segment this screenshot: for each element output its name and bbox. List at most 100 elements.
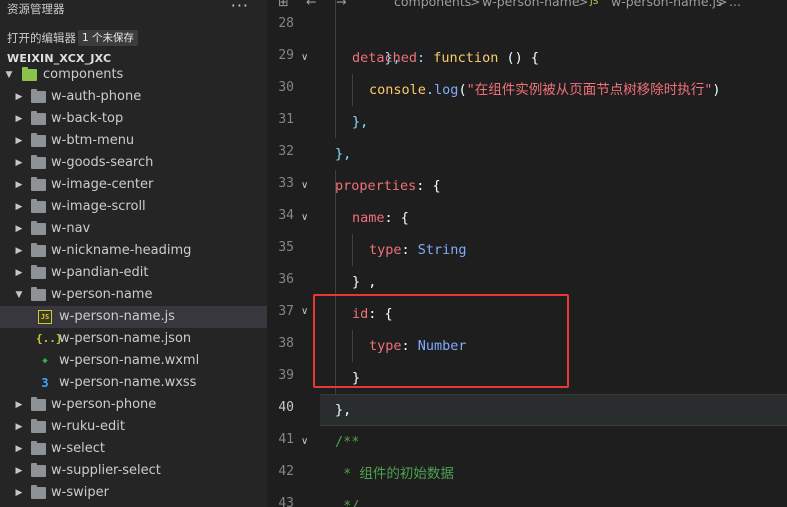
back-arrow-icon[interactable]: ←: [306, 0, 316, 11]
code-editor[interactable]: ⊞ ← → components > w-person-name > JS w-…: [268, 0, 787, 507]
tree-file-json[interactable]: {..} w-person-name.json: [0, 328, 267, 350]
tree-item-label: w-person-name.wxml: [59, 353, 200, 368]
tree-item-label: w-person-name.json: [59, 331, 192, 346]
tree-item-label: w-swiper: [51, 485, 109, 500]
tree-file-js[interactable]: JS w-person-name.js: [0, 306, 267, 328]
chevron-right-icon: ▶: [15, 400, 23, 410]
code-line: /**: [335, 434, 360, 450]
json-file-icon: {..}: [36, 332, 63, 345]
tree-file-wxml[interactable]: ◈ w-person-name.wxml: [0, 350, 267, 372]
breadcrumb-separator: >: [578, 0, 589, 9]
tree-folder[interactable]: ▶ w-nav: [0, 218, 267, 240]
tree-folder[interactable]: ▶ w-swiper: [0, 482, 267, 504]
folder-icon: [31, 221, 46, 235]
chevron-right-icon: ▶: [15, 488, 23, 498]
chevron-right-icon: ▶: [15, 158, 23, 168]
folder-icon: [31, 89, 46, 103]
breadcrumb-item[interactable]: w-person-name: [482, 0, 580, 11]
tree-item-label: w-image-scroll: [51, 199, 146, 214]
tree-item-label: components: [43, 67, 124, 82]
tree-folder[interactable]: ▶ w-person-phone: [0, 394, 267, 416]
line-number: 29: [278, 48, 294, 63]
tree-folder[interactable]: ▶ w-auth-phone: [0, 86, 267, 108]
folder-icon: [31, 397, 46, 411]
more-actions-icon[interactable]: ···: [231, 0, 249, 15]
wxml-file-icon: ◈: [42, 356, 48, 366]
code-line: * 组件的初始数据: [335, 466, 454, 482]
tree-item-label: w-person-name.js: [59, 309, 175, 324]
chevron-right-icon: ▶: [15, 246, 23, 256]
indent-guide: [335, 0, 336, 138]
chevron-right-icon: ▶: [15, 466, 23, 476]
tree-item-label: w-person-name: [51, 287, 153, 302]
tree-folder[interactable]: ▶ w-pandian-edit: [0, 262, 267, 284]
chevron-right-icon: ▶: [15, 422, 23, 432]
current-line-highlight: [320, 394, 787, 426]
tree-folder[interactable]: ▶ w-back-top: [0, 108, 267, 130]
line-number: 28: [278, 16, 294, 31]
code-line: type: String: [369, 242, 467, 258]
tree-folder[interactable]: ▶ w-image-scroll: [0, 196, 267, 218]
fold-chevron-icon[interactable]: ∨: [301, 180, 308, 191]
code-line: },: [352, 114, 369, 130]
tree-folder[interactable]: ▶ w-goods-search: [0, 152, 267, 174]
tree-item-label: w-select: [51, 441, 105, 456]
tree-item-label: w-btm-menu: [51, 133, 135, 148]
folder-icon: [31, 155, 46, 169]
line-number: 41: [278, 432, 294, 447]
folder-icon: [31, 177, 46, 191]
breadcrumb-separator: >: [470, 0, 481, 9]
breadcrumb-item[interactable]: components: [394, 0, 471, 11]
indent-guide: [352, 234, 353, 266]
line-number: 35: [278, 240, 294, 255]
code-line-active: },: [335, 402, 352, 418]
code-line: },: [384, 50, 401, 66]
split-icon[interactable]: ⊞: [278, 0, 288, 11]
fold-chevron-icon[interactable]: ∨: [301, 306, 308, 317]
tree-folder[interactable]: ▶ w-select: [0, 438, 267, 460]
tree-folder[interactable]: ▶ w-nickname-headimg: [0, 240, 267, 262]
open-editors-section[interactable]: 打开的编辑器 1 个未保存: [0, 27, 267, 49]
breadcrumb-item[interactable]: w-person-name.js: [611, 0, 723, 11]
js-file-icon: JS: [38, 310, 52, 324]
tree-folder[interactable]: ▶ w-btm-menu: [0, 130, 267, 152]
tree-folder-open[interactable]: ▼ w-person-name: [0, 284, 267, 306]
line-number: 37: [278, 304, 294, 319]
chevron-right-icon: ▶: [15, 180, 23, 190]
chevron-right-icon: ▶: [15, 202, 23, 212]
fold-chevron-icon[interactable]: ∨: [301, 436, 308, 447]
wxss-file-icon: 3: [41, 376, 49, 390]
tree-file-wxss[interactable]: 3 w-person-name.wxss: [0, 372, 267, 394]
chevron-down-icon: ▼: [5, 70, 13, 80]
tree-item-label: w-supplier-select: [51, 463, 161, 478]
tree-item-label: w-auth-phone: [51, 89, 142, 104]
line-number: 32: [278, 144, 294, 159]
breadcrumb-item[interactable]: ...: [729, 0, 741, 11]
tree-item-label: w-image-center: [51, 177, 154, 192]
line-number: 30: [278, 80, 294, 95]
folder-icon: [31, 243, 46, 257]
tree-item-label: w-ruku-edit: [51, 419, 125, 434]
tree-folder[interactable]: ▶ w-image-center: [0, 174, 267, 196]
tree-folder[interactable]: ▶ w-supplier-select: [0, 460, 267, 482]
tree-folder-components[interactable]: ▼ components: [0, 64, 267, 86]
fold-chevron-icon[interactable]: ∨: [301, 52, 308, 63]
chevron-right-icon: ▶: [15, 268, 23, 278]
code-line: detached: function () {: [352, 50, 539, 66]
tree-item-label: w-person-phone: [51, 397, 157, 412]
explorer-sidebar: 资源管理器 ··· 打开的编辑器 1 个未保存 WEIXIN_XCX_JXC ▼…: [0, 0, 267, 507]
chevron-right-icon: ▶: [15, 136, 23, 146]
folder-open-icon: [22, 67, 37, 81]
tree-item-label: w-goods-search: [51, 155, 154, 170]
explorer-title: 资源管理器: [7, 2, 65, 16]
folder-icon: [31, 419, 46, 433]
tree-item-label: w-nav: [51, 221, 91, 236]
tree-folder[interactable]: ▶ w-ruku-edit: [0, 416, 267, 438]
line-number-active: 40: [278, 400, 294, 415]
line-number: 33: [278, 176, 294, 191]
fold-chevron-icon[interactable]: ∨: [301, 212, 308, 223]
folder-open-icon: [31, 287, 46, 301]
forward-arrow-icon[interactable]: →: [336, 0, 346, 11]
breadcrumb-separator: >: [717, 0, 728, 9]
folder-icon: [31, 199, 46, 213]
